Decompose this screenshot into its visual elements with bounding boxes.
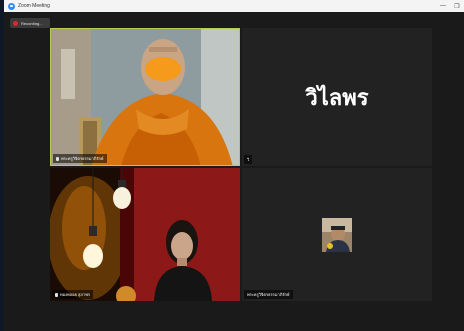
window-controls: — ❐ bbox=[436, 0, 464, 12]
participant-name-label: พระครูวิจิตรธรรมาภิรักษ์ bbox=[244, 290, 293, 299]
minimize-button[interactable]: — bbox=[436, 0, 450, 12]
window-titlebar: Zoom Meeting — ❐ bbox=[4, 0, 464, 12]
mic-icon bbox=[56, 156, 59, 161]
recording-indicator[interactable]: Recording... bbox=[10, 18, 50, 28]
restore-button[interactable]: ❐ bbox=[450, 0, 464, 12]
participant-name-label: วิ bbox=[244, 155, 253, 164]
participant-video-background bbox=[50, 168, 240, 301]
participant-name: พระครูวิจิตรธรรมาภิรักษ์ bbox=[247, 292, 290, 297]
recording-label: Recording... bbox=[21, 20, 43, 26]
participant-video-monk bbox=[51, 29, 239, 165]
record-dot-icon bbox=[13, 20, 18, 26]
participant-name-label: พระครูวิจิตรธรรมาภิรักษ์ bbox=[53, 154, 107, 163]
participant-name: พระครูวิจิตรธรรมาภิรักษ์ bbox=[61, 156, 104, 161]
participant-tile-2[interactable]: วิไลพร วิ bbox=[242, 28, 432, 166]
participant-avatar bbox=[322, 218, 352, 252]
participant-tile-4[interactable]: พระครูวิจิตรธรรมาภิรักษ์ bbox=[242, 168, 432, 301]
participant-name: วิ bbox=[247, 157, 250, 162]
participant-tile-1[interactable]: พระครูวิจิตรธรรมาภิรักษ์ bbox=[50, 28, 240, 166]
participant-name: ทองพลอย สุภาพร bbox=[60, 292, 91, 297]
participant-display-name: วิไลพร bbox=[305, 84, 369, 111]
zoom-app-icon bbox=[8, 2, 15, 10]
window-title: Zoom Meeting bbox=[18, 3, 50, 9]
mic-icon bbox=[55, 292, 58, 297]
participant-tile-3[interactable]: ทองพลอย สุภาพร bbox=[50, 168, 240, 301]
participant-name-label: ทองพลอย สุภาพร bbox=[52, 290, 94, 299]
